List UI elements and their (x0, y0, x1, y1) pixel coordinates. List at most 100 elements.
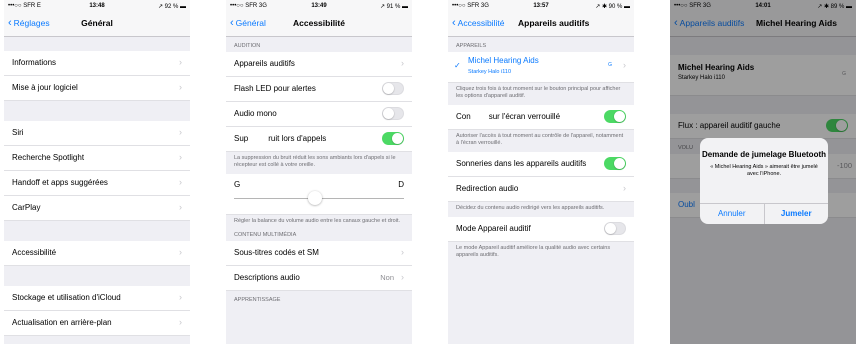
list-item-ringtones: Sonneries dans les appareils auditifs (448, 152, 634, 177)
list-item-label: Stockage et utilisation d'iCloud (12, 293, 121, 302)
chevron-right-icon: › (179, 292, 182, 302)
list-item-audio-routing[interactable]: Redirection audio › (448, 177, 634, 202)
chevron-right-icon: › (401, 272, 404, 282)
list-item-label: Con sur l'écran verrouillé (456, 112, 560, 121)
lock-screen-label-end: sur l'écran verrouillé (488, 112, 561, 121)
redaction-mark (248, 134, 269, 143)
lock-screen-toggle[interactable] (604, 110, 626, 123)
section-footer: Le mode Appareil auditif améliore la qua… (456, 245, 611, 258)
section-footer: Autoriser l'accès à tout moment au contr… (456, 133, 624, 146)
flash-led-toggle[interactable] (382, 82, 404, 95)
list-item-hearing-mode: Mode Appareil auditif (448, 217, 634, 242)
section-footer: Cliquez trois fois à tout moment sur le … (456, 86, 621, 99)
list-item-background-refresh[interactable]: Actualisation en arrière-plan › (4, 311, 190, 336)
status-bar: •••○○ SFR 3G 13:49 ↗ 91 % ▬ (226, 0, 412, 12)
list-item-label: Recherche Spotlight (12, 153, 85, 162)
chevron-right-icon: › (179, 82, 182, 92)
list-item-label: Sous-titres codés et SM (234, 248, 319, 257)
nav-bar: ‹ Accessibilité Appareils auditifs (448, 12, 634, 37)
chevron-right-icon: › (179, 127, 182, 137)
nav-bar: ‹ Général Accessibilité (226, 12, 412, 37)
balance-slider-cell: G D (226, 174, 412, 215)
lock-screen-label-start: Con (456, 112, 471, 121)
chevron-right-icon: › (623, 183, 626, 193)
list-item-subtitles[interactable]: Sous-titres codés et SM › (226, 241, 412, 266)
phone-hearing-devices: •••○○ SFR 3G 13:57 ↗ ✱ 90 % ▬ ‹ Accessibi… (448, 0, 634, 344)
mono-audio-toggle[interactable] (382, 107, 404, 120)
list-item-siri[interactable]: Siri › (4, 121, 190, 146)
section-footer: Décidez du contenu audio redirigé vers l… (456, 205, 605, 211)
battery-label: ↗ 92 % ▬ (157, 4, 186, 10)
list-item-label: Appareils auditifs (234, 59, 295, 68)
list-item-accessibility[interactable]: Accessibilité › (4, 241, 190, 266)
battery-label: ↗ ✱ 90 % ▬ (595, 4, 630, 10)
pair-button[interactable]: Jumeler (765, 204, 829, 224)
phone-device-detail: •••○○ SFR 3G 14:01 ↗ ✱ 89 % ▬ ‹ Appareils… (670, 0, 856, 344)
list-item-label: Sup ruit lors d'appels (234, 134, 326, 143)
phone-accessibility: •••○○ SFR 3G 13:49 ↗ 91 % ▬ ‹ Général Acc… (226, 0, 412, 344)
hearing-mode-toggle[interactable] (604, 222, 626, 235)
phone-general: •••○○ SFR E 13:48 ↗ 92 % ▬ ‹ Réglages Gén… (4, 0, 190, 344)
list-item-label: Flash LED pour alertes (234, 84, 316, 93)
hearing-device-row[interactable]: ✓ Michel Hearing Aids Starkey Halo i110 … (448, 52, 634, 83)
back-label: Accessibilité (457, 18, 505, 28)
list-item-audio-descriptions[interactable]: Descriptions audio Non › (226, 266, 412, 291)
chevron-right-icon: › (401, 247, 404, 257)
alert-buttons: Annuler Jumeler (700, 203, 828, 224)
chevron-right-icon: › (179, 247, 182, 257)
page-title: Appareils auditifs (518, 18, 590, 28)
section-header: APPAREILS (456, 43, 487, 49)
list-item-software-update[interactable]: Mise à jour logiciel › (4, 76, 190, 101)
slider-left-label: G (234, 180, 241, 189)
slider-right-label: D (398, 180, 404, 189)
audio-desc-value: Non (380, 273, 394, 282)
section-footer: La suppression du bruit réduit les sons … (234, 155, 396, 168)
cancel-button[interactable]: Annuler (700, 204, 765, 224)
chevron-right-icon: › (179, 202, 182, 212)
chevron-right-icon: › (179, 317, 182, 327)
bluetooth-pairing-alert: Demande de jumelage Bluetooth « Michel H… (700, 138, 828, 224)
list-item-label: Mise à jour logiciel (12, 83, 78, 92)
page-title: Général (81, 18, 113, 28)
chevron-right-icon: › (401, 58, 404, 68)
list-item-spotlight[interactable]: Recherche Spotlight › (4, 146, 190, 171)
list-item-handoff[interactable]: Handoff et apps suggérées › (4, 171, 190, 196)
chevron-right-icon: › (623, 60, 626, 70)
list-item-label: Handoff et apps suggérées (12, 178, 108, 187)
redaction-mark (470, 112, 489, 121)
alert-title: Demande de jumelage Bluetooth (701, 150, 827, 159)
list-item-informations[interactable]: Informations › (4, 51, 190, 76)
list-item-mono-audio: Audio mono (226, 102, 412, 127)
ringtones-toggle[interactable] (604, 157, 626, 170)
alert-message: « Michel Hearing Aids » aimerait être ju… (710, 164, 818, 177)
list-item-label: CarPlay (12, 203, 41, 212)
balance-slider-thumb[interactable] (308, 191, 322, 205)
section-header: AUDITION (234, 43, 261, 49)
status-bar: •••○○ SFR 3G 13:57 ↗ ✱ 90 % ▬ (448, 0, 634, 12)
list-item-label: Informations (12, 58, 57, 67)
section-header: APPRENTISSAGE (234, 297, 281, 303)
list-item-label: Descriptions audio (234, 273, 300, 282)
device-battery: G (608, 62, 612, 68)
list-item-label: Siri (12, 128, 24, 137)
list-item-noise-cancel: Sup ruit lors d'appels (226, 127, 412, 152)
status-bar: •••○○ SFR E 13:48 ↗ 92 % ▬ (4, 0, 190, 12)
noise-cancel-label-start: Sup (234, 134, 249, 143)
chevron-right-icon: › (179, 57, 182, 67)
back-button[interactable]: ‹ Accessibilité (452, 17, 505, 29)
list-item-label: Sonneries dans les appareils auditifs (456, 159, 587, 168)
device-name: Michel Hearing Aids (468, 56, 539, 65)
list-item-label: Redirection audio (456, 184, 519, 193)
chevron-left-icon: ‹ (452, 17, 456, 29)
device-model: Starkey Halo i110 (468, 69, 512, 75)
noise-cancel-toggle[interactable] (382, 132, 404, 145)
list-item-hearing-devices[interactable]: Appareils auditifs › (226, 52, 412, 77)
battery-label: ↗ 91 % ▬ (379, 4, 408, 10)
page-title: Accessibilité (293, 18, 345, 28)
checkmark-icon: ✓ (454, 61, 461, 70)
section-header: CONTENU MULTIMÉDIA (234, 232, 297, 238)
list-item-icloud-storage[interactable]: Stockage et utilisation d'iCloud › (4, 286, 190, 311)
chevron-right-icon: › (179, 177, 182, 187)
list-item-carplay[interactable]: CarPlay › (4, 196, 190, 221)
chevron-right-icon: › (179, 152, 182, 162)
